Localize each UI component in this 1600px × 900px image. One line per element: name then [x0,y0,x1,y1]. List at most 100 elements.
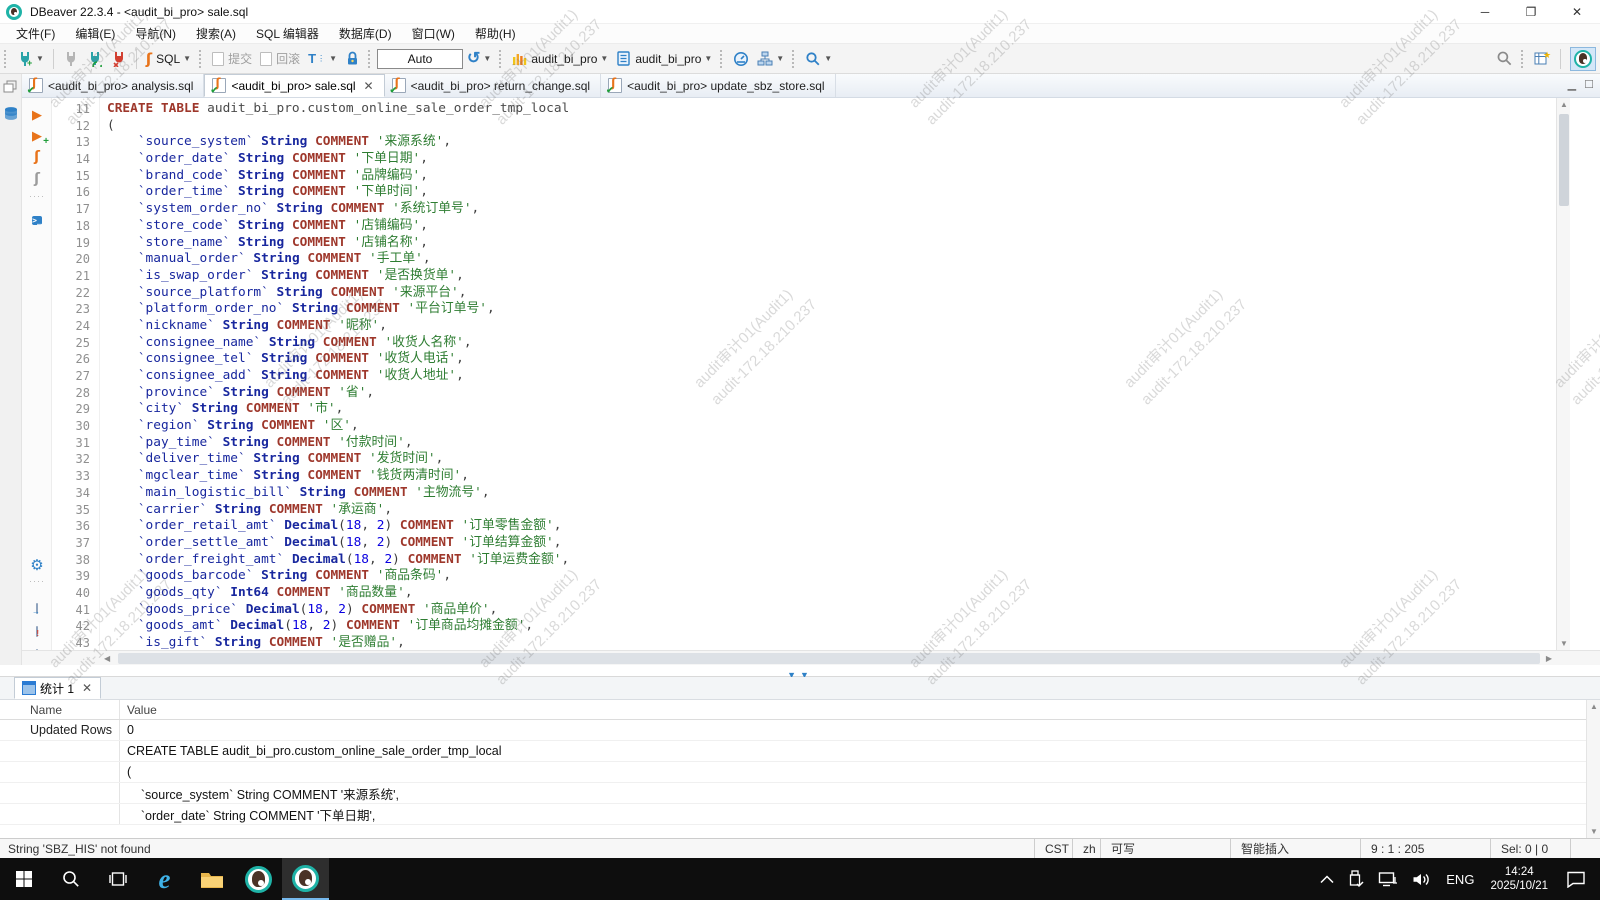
scrollbar-thumb[interactable] [1559,114,1569,206]
editor-tab[interactable]: ʃ✔<audit_bi_pro> analysis.sql [22,74,204,97]
taskbar-search-button[interactable] [47,858,94,900]
menu-item[interactable]: 编辑(E) [65,24,125,44]
task-view-button[interactable] [94,858,141,900]
internet-explorer-button[interactable]: e [141,858,188,900]
code-line[interactable]: `store_name` String COMMENT '店铺名称', [107,235,1556,252]
restore-panel-icon[interactable] [3,80,18,98]
code-line[interactable]: `manual_order` String COMMENT '手工单', [107,251,1556,268]
code-line[interactable]: ( [107,118,1556,135]
code-line[interactable]: `goods_qty` Int64 COMMENT '商品数量', [107,585,1556,602]
code-line[interactable]: `store_code` String COMMENT '店铺编码', [107,218,1556,235]
window-close-button[interactable]: ✕ [1554,0,1600,24]
dbeaver-perspective-button[interactable] [1570,47,1596,71]
menu-item[interactable]: 帮助(H) [465,24,526,44]
code-line[interactable]: `pay_time` String COMMENT '付款时间', [107,435,1556,452]
code-line[interactable]: `brand_code` String COMMENT '品牌编码', [107,168,1556,185]
scroll-left-icon[interactable]: ◀ [104,651,110,666]
code-line[interactable]: `province` String COMMENT '省', [107,385,1556,402]
disconnect-button[interactable] [108,49,130,69]
code-line[interactable]: `source_system` String COMMENT '来源系统', [107,134,1556,151]
open-perspective-button[interactable]: ★ [1531,48,1554,69]
result-row[interactable]: Updated Rows0 [0,720,1600,741]
scroll-right-icon[interactable]: ▶ [1546,651,1552,666]
menu-item[interactable]: 导航(N) [125,24,186,44]
script-error-log-button[interactable]: ! [28,621,46,639]
code-line[interactable]: `deliver_time` String COMMENT '发货时间', [107,451,1556,468]
menu-item[interactable]: 数据库(D) [329,24,402,44]
new-connection-button[interactable]: + ▼ [14,49,47,69]
search-menu-button[interactable]: ▼ [802,49,835,69]
code-line[interactable]: `platform_order_no` String COMMENT '平台订单… [107,301,1556,318]
lock-button[interactable] [342,49,363,68]
code-line[interactable]: `city` String COMMENT '市', [107,401,1556,418]
database-navigator-icon[interactable] [3,106,19,127]
editor-vertical-scrollbar[interactable]: ▲ ▼ [1556,98,1570,650]
execution-plan-button[interactable]: ▼ [754,49,787,69]
editor-tab[interactable]: ʃ✔<audit_bi_pro> sale.sql✕ [204,74,384,97]
sql-code-editor[interactable]: CREATE TABLE audit_bi_pro.custom_online_… [100,98,1556,650]
code-line[interactable]: `is_swap_order` String COMMENT '是否换货单', [107,268,1556,285]
tray-expand-button[interactable] [1313,858,1341,900]
minimize-editor-icon[interactable]: ▁ [1568,78,1576,91]
tab-statistics[interactable]: 统计 1 ✕ [14,677,101,699]
action-center-button[interactable] [1556,858,1600,900]
editor-tab[interactable]: ʃ✔<audit_bi_pro> return_change.sql [385,74,601,97]
close-icon[interactable]: ✕ [364,79,374,93]
window-maximize-button[interactable]: ❐ [1508,0,1554,24]
code-line[interactable]: `source_platform` String COMMENT '来源平台', [107,285,1556,302]
rollback-button[interactable]: 回滚 [257,48,303,69]
taskbar-clock[interactable]: 14:24 2025/10/21 [1482,865,1556,893]
code-line[interactable]: `is_gift` String COMMENT '是否赠品', [107,635,1556,650]
transaction-mode-button[interactable]: T⋮ ▼ [305,49,340,68]
language-indicator[interactable]: ENG [1438,872,1482,887]
code-line[interactable]: CREATE TABLE audit_bi_pro.custom_online_… [107,101,1556,118]
code-line[interactable]: `nickname` String COMMENT '昵称', [107,318,1556,335]
editor-settings-button[interactable]: ⚙ [28,556,46,575]
reconnect-button[interactable] [84,49,106,69]
code-line[interactable]: `goods_barcode` String COMMENT '商品条码', [107,568,1556,585]
column-header-value[interactable]: Value [120,703,1600,717]
start-button[interactable] [0,858,47,900]
code-line[interactable]: `carrier` String COMMENT '承运商', [107,502,1556,519]
connection-selector[interactable]: audit_bi_pro ▼ [509,49,611,68]
code-line[interactable]: `order_retail_amt` Decimal(18, 2) COMMEN… [107,518,1556,535]
open-console-button[interactable]: >_ [28,210,46,228]
execute-script-button[interactable]: ʃ [28,148,46,166]
transaction-log-button[interactable]: ↺ ▼ [464,49,494,69]
code-line[interactable]: `consignee_name` String COMMENT '收货人名称', [107,335,1556,352]
scroll-up-icon[interactable]: ▲ [1557,100,1571,109]
editor-horizontal-scrollbar[interactable]: ◀ ▶ [22,650,1600,665]
network-tray-button[interactable] [1371,858,1405,900]
code-line[interactable]: `goods_price` Decimal(18, 2) COMMENT '商品… [107,602,1556,619]
window-minimize-button[interactable]: ─ [1462,0,1508,24]
export-result-button[interactable]: → [28,598,46,616]
scroll-down-icon[interactable]: ▼ [1557,639,1571,648]
scroll-up-icon[interactable]: ▲ [1587,702,1600,711]
usb-tray-button[interactable] [1341,858,1371,900]
execute-in-new-tab-button[interactable]: ▶+ [28,127,46,145]
autocommit-combo[interactable]: Auto [377,49,463,69]
dashboard-button[interactable] [730,49,752,69]
column-header-name[interactable]: Name [0,700,120,719]
result-row[interactable]: `source_system` String COMMENT '来源系统', [0,783,1600,804]
code-line[interactable]: `order_settle_amt` Decimal(18, 2) COMMEN… [107,535,1556,552]
menu-item[interactable]: 文件(F) [6,24,65,44]
execute-statement-button[interactable]: ▶ [28,106,46,124]
scrollbar-thumb[interactable] [118,653,1540,664]
code-line[interactable]: `region` String COMMENT '区', [107,418,1556,435]
dbeaver-taskbar-button-active[interactable] [282,858,329,900]
schema-selector[interactable]: audit_bi_pro ▼ [613,49,715,68]
code-line[interactable]: `consignee_tel` String COMMENT '收货人电话', [107,351,1556,368]
code-line[interactable]: `main_logistic_bill` String COMMENT '主物流… [107,485,1556,502]
editor-results-splitter[interactable]: ▼▼ [0,665,1600,677]
menu-item[interactable]: SQL 编辑器 [246,24,329,44]
code-line[interactable]: `order_freight_amt` Decimal(18, 2) COMME… [107,552,1556,569]
close-icon[interactable]: ✕ [82,681,92,695]
sql-editor-button[interactable]: ʃ SQL ▼ [143,50,194,68]
connect-button[interactable] [60,49,82,69]
maximize-editor-icon[interactable]: ☐ [1584,78,1594,91]
code-line[interactable]: `order_date` String COMMENT '下单日期', [107,151,1556,168]
file-explorer-button[interactable] [188,858,235,900]
menu-item[interactable]: 窗口(W) [402,24,465,44]
dbeaver-taskbar-button[interactable] [235,858,282,900]
